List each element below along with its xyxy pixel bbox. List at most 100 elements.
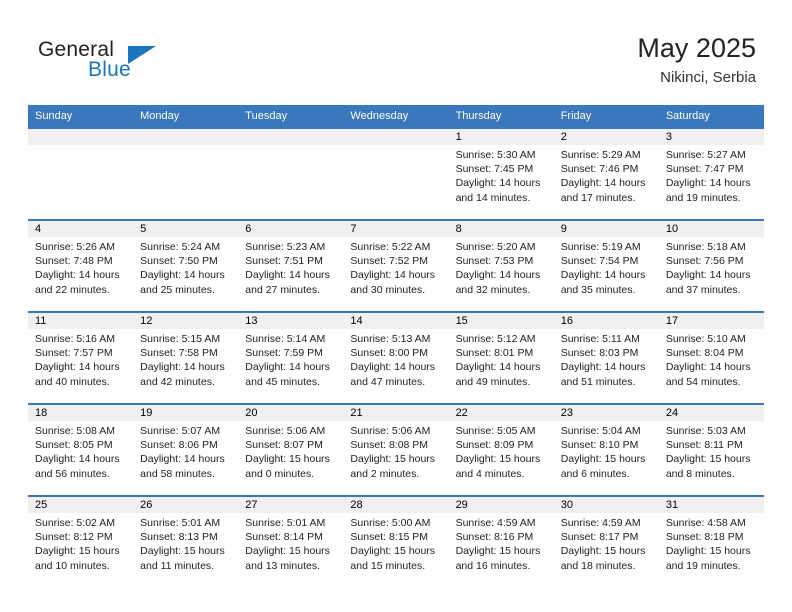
day-cell[interactable]: Sunrise: 5:02 AM Sunset: 8:12 PM Dayligh… [28, 513, 133, 585]
weekday-sunday: Sunday [35, 110, 73, 122]
daylight-text-line2: and 13 minutes. [245, 559, 320, 572]
day-cell[interactable]: Sunrise: 5:05 AM Sunset: 8:09 PM Dayligh… [449, 421, 554, 493]
day-cell[interactable]: Sunrise: 5:29 AM Sunset: 7:46 PM Dayligh… [554, 145, 659, 217]
day-number [238, 129, 343, 145]
week-detail-band: Sunrise: 5:30 AM Sunset: 7:45 PM Dayligh… [28, 145, 764, 217]
calendar-week-row: 4 5 6 7 8 9 10 Sunrise: 5:26 AM Sunset: … [28, 219, 764, 311]
page-header: General Blue May 2025 Nikinci, Serbia [0, 0, 792, 104]
weekday-wednesday: Wednesday [350, 110, 409, 122]
day-cell[interactable]: Sunrise: 5:06 AM Sunset: 8:07 PM Dayligh… [238, 421, 343, 493]
day-cell[interactable]: Sunrise: 5:16 AM Sunset: 7:57 PM Dayligh… [28, 329, 133, 401]
day-cell[interactable]: Sunrise: 4:58 AM Sunset: 8:18 PM Dayligh… [659, 513, 764, 585]
daylight-text-line1: Daylight: 15 hours [455, 545, 541, 558]
sunrise-text: Sunrise: 5:07 AM [140, 425, 221, 437]
sunset-text: Sunset: 8:17 PM [560, 531, 639, 544]
day-cell[interactable]: Sunrise: 5:12 AM Sunset: 8:01 PM Dayligh… [449, 329, 554, 401]
sunset-text: Sunset: 8:11 PM [665, 439, 743, 452]
day-cell[interactable] [343, 145, 448, 217]
week-day-number-band: 25 26 27 28 29 30 31 [28, 497, 764, 513]
calendar-week-row: 18 19 20 21 22 23 24 Sunrise: 5:08 AM Su… [28, 403, 764, 495]
sunrise-text: Sunrise: 5:30 AM [455, 149, 536, 161]
daylight-text-line2: and 37 minutes. [665, 283, 741, 296]
day-number: 11 [35, 315, 47, 327]
day-cell[interactable]: Sunrise: 5:24 AM Sunset: 7:50 PM Dayligh… [133, 237, 238, 309]
week-detail-band: Sunrise: 5:16 AM Sunset: 7:57 PM Dayligh… [28, 329, 764, 401]
daylight-text-line2: and 40 minutes. [35, 375, 110, 388]
brand-logo[interactable]: General Blue [38, 38, 238, 88]
day-cell[interactable] [238, 145, 343, 217]
daylight-text-line2: and 25 minutes. [140, 283, 215, 296]
daylight-text-line2: and 6 minutes. [560, 467, 630, 480]
day-cell[interactable]: Sunrise: 5:10 AM Sunset: 8:04 PM Dayligh… [659, 329, 764, 401]
daylight-text-line1: Daylight: 15 hours [35, 545, 120, 558]
sunset-text: Sunset: 8:03 PM [560, 347, 639, 360]
sunrise-text: Sunrise: 5:29 AM [560, 149, 641, 161]
day-cell[interactable]: Sunrise: 5:04 AM Sunset: 8:10 PM Dayligh… [554, 421, 659, 493]
weekday-tuesday: Tuesday [245, 110, 288, 122]
day-cell[interactable]: Sunrise: 5:07 AM Sunset: 8:06 PM Dayligh… [133, 421, 238, 493]
day-number [343, 129, 448, 145]
daylight-text-line2: and 58 minutes. [140, 467, 215, 480]
sunrise-text: Sunrise: 5:13 AM [350, 333, 431, 345]
sunset-text: Sunset: 8:00 PM [350, 347, 429, 360]
day-cell[interactable]: Sunrise: 4:59 AM Sunset: 8:17 PM Dayligh… [554, 513, 659, 585]
daylight-text-line2: and 19 minutes. [665, 559, 741, 572]
day-cell[interactable]: Sunrise: 5:26 AM Sunset: 7:48 PM Dayligh… [28, 237, 133, 309]
day-number: 23 [560, 407, 573, 419]
sunset-text: Sunset: 8:06 PM [140, 439, 218, 452]
day-cell[interactable]: Sunrise: 5:18 AM Sunset: 7:56 PM Dayligh… [659, 237, 764, 309]
sunset-text: Sunset: 8:18 PM [665, 531, 744, 544]
day-number: 9 [560, 223, 567, 235]
day-cell[interactable]: Sunrise: 5:22 AM Sunset: 7:52 PM Dayligh… [343, 237, 448, 309]
daylight-text-line1: Daylight: 15 hours [455, 453, 541, 466]
daylight-text-line1: Daylight: 15 hours [350, 453, 436, 466]
sunrise-text: Sunrise: 4:59 AM [455, 517, 536, 529]
day-cell[interactable]: Sunrise: 5:11 AM Sunset: 8:03 PM Dayligh… [554, 329, 659, 401]
day-cell[interactable]: Sunrise: 5:06 AM Sunset: 8:08 PM Dayligh… [343, 421, 448, 493]
sunset-text: Sunset: 7:50 PM [140, 255, 218, 268]
day-cell[interactable]: Sunrise: 5:00 AM Sunset: 8:15 PM Dayligh… [343, 513, 448, 585]
day-cell[interactable] [28, 145, 133, 217]
day-cell[interactable] [133, 145, 238, 217]
daylight-text-line1: Daylight: 15 hours [560, 453, 646, 466]
day-cell[interactable]: Sunrise: 5:14 AM Sunset: 7:59 PM Dayligh… [238, 329, 343, 401]
daylight-text-line1: Daylight: 15 hours [665, 545, 751, 558]
daylight-text-line1: Daylight: 15 hours [245, 545, 330, 558]
day-cell[interactable]: Sunrise: 5:27 AM Sunset: 7:47 PM Dayligh… [659, 145, 764, 217]
sunrise-text: Sunrise: 5:16 AM [35, 333, 115, 345]
day-cell[interactable]: Sunrise: 5:19 AM Sunset: 7:54 PM Dayligh… [554, 237, 659, 309]
daylight-text-line2: and 2 minutes. [350, 467, 420, 480]
week-day-number-band: 18 19 20 21 22 23 24 [28, 405, 764, 421]
daylight-text-line1: Daylight: 14 hours [140, 453, 225, 466]
day-cell[interactable]: Sunrise: 5:01 AM Sunset: 8:13 PM Dayligh… [133, 513, 238, 585]
sunrise-text: Sunrise: 5:19 AM [560, 241, 641, 253]
sunset-text: Sunset: 7:54 PM [560, 255, 639, 268]
day-number: 4 [35, 223, 42, 235]
day-cell[interactable]: Sunrise: 5:20 AM Sunset: 7:53 PM Dayligh… [449, 237, 554, 309]
sunset-text: Sunset: 7:48 PM [35, 255, 113, 268]
daylight-text-line2: and 32 minutes. [455, 283, 531, 296]
weekday-header-row: Sunday Monday Tuesday Wednesday Thursday… [28, 105, 764, 127]
daylight-text-line2: and 49 minutes. [455, 375, 531, 388]
daylight-text-line1: Daylight: 14 hours [665, 361, 751, 374]
daylight-text-line2: and 18 minutes. [560, 559, 636, 572]
daylight-text-line2: and 56 minutes. [35, 467, 110, 480]
day-cell[interactable]: Sunrise: 5:15 AM Sunset: 7:58 PM Dayligh… [133, 329, 238, 401]
sunrise-text: Sunrise: 5:06 AM [245, 425, 326, 437]
day-cell[interactable]: Sunrise: 4:59 AM Sunset: 8:16 PM Dayligh… [449, 513, 554, 585]
daylight-text-line2: and 16 minutes. [455, 559, 531, 572]
day-number: 3 [665, 131, 672, 143]
daylight-text-line1: Daylight: 14 hours [455, 269, 541, 282]
brand-name-blue: Blue [88, 58, 131, 81]
sunset-text: Sunset: 8:13 PM [140, 531, 218, 544]
sunrise-text: Sunrise: 5:05 AM [455, 425, 536, 437]
day-number: 20 [245, 407, 258, 419]
day-cell[interactable]: Sunrise: 5:23 AM Sunset: 7:51 PM Dayligh… [238, 237, 343, 309]
day-cell[interactable]: Sunrise: 5:03 AM Sunset: 8:11 PM Dayligh… [659, 421, 764, 493]
day-cell[interactable]: Sunrise: 5:08 AM Sunset: 8:05 PM Dayligh… [28, 421, 133, 493]
day-cell[interactable]: Sunrise: 5:01 AM Sunset: 8:14 PM Dayligh… [238, 513, 343, 585]
day-cell[interactable]: Sunrise: 5:30 AM Sunset: 7:45 PM Dayligh… [449, 145, 554, 217]
day-cell[interactable]: Sunrise: 5:13 AM Sunset: 8:00 PM Dayligh… [343, 329, 448, 401]
daylight-text-line2: and 22 minutes. [35, 283, 110, 296]
sunset-text: Sunset: 7:46 PM [560, 163, 639, 176]
